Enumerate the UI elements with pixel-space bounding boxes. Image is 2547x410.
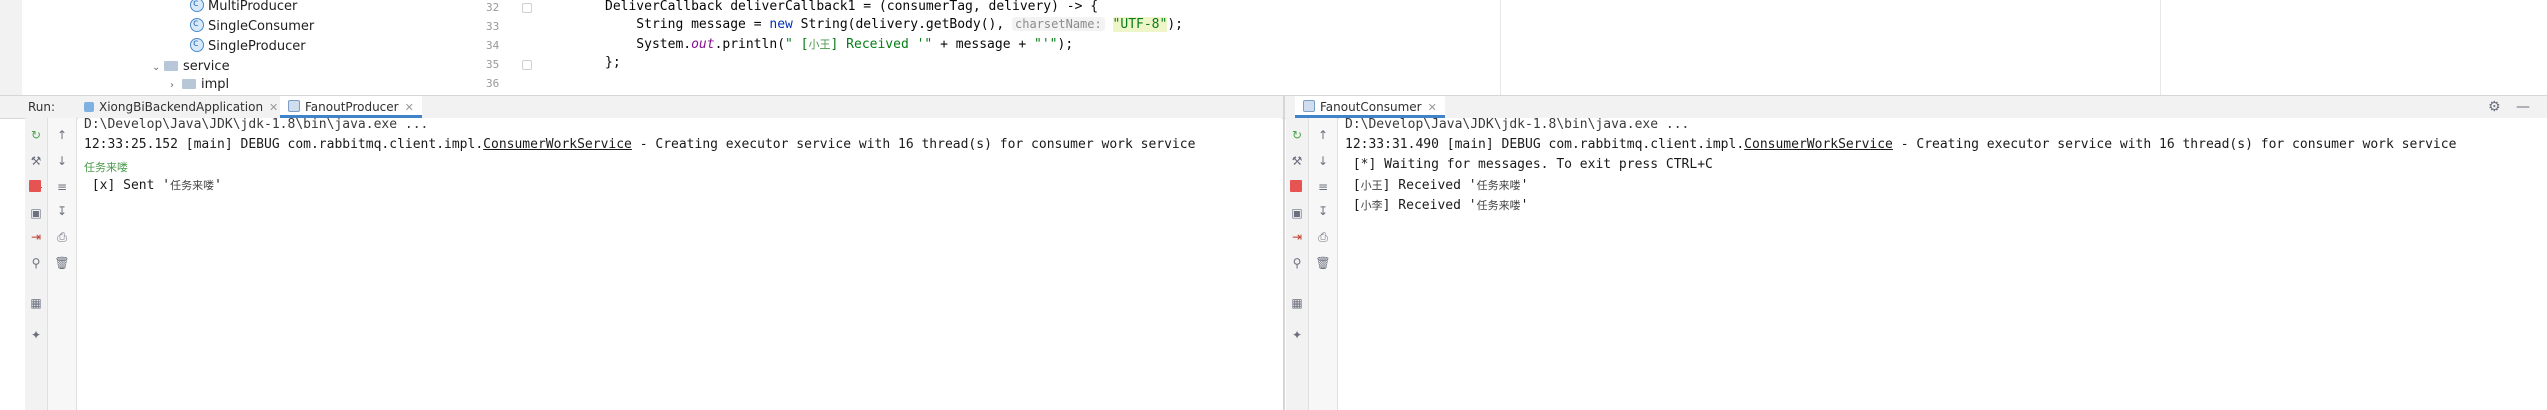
stop-icon[interactable] bbox=[29, 180, 41, 192]
code-line: }; bbox=[605, 55, 621, 70]
print-icon[interactable]: ⎙ bbox=[55, 230, 69, 244]
arrow-down-icon[interactable]: ↓ bbox=[55, 154, 69, 168]
chevron-right-icon[interactable]: › bbox=[170, 77, 182, 95]
run-label: Run: bbox=[28, 100, 56, 114]
line-number: 32 bbox=[486, 1, 500, 14]
project-tree: MultiProducer SingleConsumer SingleProdu… bbox=[22, 0, 462, 95]
folder-icon bbox=[164, 61, 178, 71]
pin-icon[interactable]: ✦ bbox=[1290, 328, 1304, 342]
spring-app-icon bbox=[84, 102, 94, 112]
tree-item-multiproducer[interactable]: MultiProducer bbox=[190, 0, 297, 16]
class-icon bbox=[190, 15, 204, 33]
console-line: 任务来喽 bbox=[84, 161, 128, 174]
console-toolbar-right: ↑ ↓ ≡ ↧ ⎙ 🗑 bbox=[1309, 118, 1338, 410]
run-config-icon bbox=[288, 100, 300, 112]
soft-wrap-icon[interactable]: ≡ bbox=[1316, 180, 1330, 194]
tree-item-service[interactable]: ⌄ service bbox=[152, 58, 230, 76]
trash-icon[interactable]: 🗑 bbox=[54, 256, 69, 270]
soft-wrap-icon[interactable]: ≡ bbox=[55, 180, 69, 194]
code-line: DeliverCallback deliverCallback1 = (cons… bbox=[605, 0, 1099, 14]
rerun-icon[interactable]: ↻ bbox=[1290, 128, 1304, 142]
layout-icon[interactable]: ▦ bbox=[29, 296, 43, 310]
exit-icon[interactable]: ⇥ bbox=[29, 230, 43, 244]
line-number: 33 bbox=[486, 20, 500, 33]
arrow-up-icon[interactable]: ↑ bbox=[55, 128, 69, 142]
producer-console[interactable]: D:\Develop\Java\JDK\jdk-1.8\bin\java.exe… bbox=[78, 118, 1282, 410]
scroll-to-end-icon[interactable]: ↧ bbox=[55, 204, 69, 218]
console-line: [*] Waiting for messages. To exit press … bbox=[1345, 157, 1713, 172]
chevron-down-icon[interactable]: ⌄ bbox=[152, 59, 164, 77]
trash-icon[interactable]: 🗑 bbox=[1315, 256, 1330, 270]
console-line: [小李] Received '任务来喽' bbox=[1345, 198, 1529, 213]
rerun-icon[interactable]: ↻ bbox=[29, 128, 43, 142]
line-number: 35 bbox=[486, 58, 500, 71]
arrow-up-icon[interactable]: ↑ bbox=[1316, 128, 1330, 142]
console-line: 12:33:31.490 [main] DEBUG com.rabbitmq.c… bbox=[1345, 137, 2457, 152]
editor-guide bbox=[2160, 0, 2161, 95]
editor-gutter: 32 33 34 35 36 bbox=[462, 0, 534, 95]
consumer-console[interactable]: D:\Develop\Java\JDK\jdk-1.8\bin\java.exe… bbox=[1339, 118, 2547, 410]
tab-fanoutproducer[interactable]: FanoutProducer ✕ bbox=[280, 96, 422, 118]
fold-marker-icon[interactable] bbox=[522, 60, 532, 70]
editor-guide bbox=[1500, 0, 1501, 95]
wrench-icon[interactable]: ⚒ bbox=[1290, 154, 1304, 168]
tab-fanoutconsumer[interactable]: FanoutConsumer ✕ bbox=[1295, 96, 1445, 118]
console-line: [x] Sent '任务来喽' bbox=[84, 178, 222, 193]
close-icon[interactable]: ✕ bbox=[1428, 101, 1437, 114]
exit-icon[interactable]: ⇥ bbox=[1290, 230, 1304, 244]
wrench-icon[interactable]: ⚒ bbox=[29, 154, 43, 168]
console-line: D:\Develop\Java\JDK\jdk-1.8\bin\java.exe… bbox=[84, 118, 429, 132]
project-tool-strip bbox=[0, 0, 23, 95]
run-toolbar-left: ↻ ⚒ ― ― ▣ ⇥ ⚲ ▦ ✦ bbox=[25, 118, 48, 410]
parameter-hint: charsetName: bbox=[1012, 17, 1105, 31]
tree-item-singleconsumer[interactable]: SingleConsumer bbox=[190, 15, 314, 36]
fold-marker-icon[interactable] bbox=[522, 3, 532, 13]
console-line: D:\Develop\Java\JDK\jdk-1.8\bin\java.exe… bbox=[1345, 118, 1690, 132]
close-icon[interactable]: ✕ bbox=[269, 101, 278, 114]
layout-icon[interactable]: ▦ bbox=[1290, 296, 1304, 310]
arrow-down-icon[interactable]: ↓ bbox=[1316, 154, 1330, 168]
tree-item-singleproducer[interactable]: SingleProducer bbox=[190, 35, 306, 56]
run-toolbar-right: ↻ ⚒ ▣ ⇥ ⚲ ▦ ✦ bbox=[1286, 118, 1309, 410]
settings-gear-icon[interactable]: ⚙ bbox=[2488, 96, 2501, 118]
console-toolbar-left: ↑ ↓ ≡ ↧ ⎙ 🗑 bbox=[48, 118, 77, 410]
minimize-icon[interactable]: — bbox=[2516, 96, 2530, 118]
inspect-icon[interactable]: ⚲ bbox=[29, 256, 43, 270]
code-line: System.out.println(" [小王] Received '" + … bbox=[605, 37, 1074, 52]
inspect-icon[interactable]: ⚲ bbox=[1290, 256, 1304, 270]
tree-item-impl[interactable]: › impl bbox=[170, 76, 229, 94]
code-line: String message = new String(delivery.get… bbox=[605, 17, 1183, 32]
close-icon[interactable]: ✕ bbox=[405, 101, 414, 114]
print-icon[interactable]: ⎙ bbox=[1316, 230, 1330, 244]
split-divider[interactable] bbox=[1283, 95, 1285, 410]
line-number: 36 bbox=[486, 77, 500, 90]
code-editor[interactable]: DeliverCallback deliverCallback1 = (cons… bbox=[535, 0, 2500, 95]
class-icon bbox=[190, 0, 204, 13]
stop-icon[interactable] bbox=[1290, 180, 1302, 192]
tab-xiongbibackendapplication[interactable]: XiongBiBackendApplication ✕ bbox=[76, 96, 286, 118]
camera-icon[interactable]: ▣ bbox=[29, 206, 43, 220]
pin-icon[interactable]: ✦ bbox=[29, 328, 43, 342]
run-config-icon bbox=[1303, 100, 1315, 112]
scroll-to-end-icon[interactable]: ↧ bbox=[1316, 204, 1330, 218]
console-line: 12:33:25.152 [main] DEBUG com.rabbitmq.c… bbox=[84, 137, 1196, 152]
camera-icon[interactable]: ▣ bbox=[1290, 206, 1304, 220]
line-number: 34 bbox=[486, 39, 500, 52]
console-line: [小王] Received '任务来喽' bbox=[1345, 178, 1529, 193]
class-icon bbox=[190, 35, 204, 53]
folder-icon bbox=[182, 79, 196, 89]
run-tab-bar: Run: XiongBiBackendApplication ✕ FanoutPr… bbox=[0, 95, 2547, 119]
